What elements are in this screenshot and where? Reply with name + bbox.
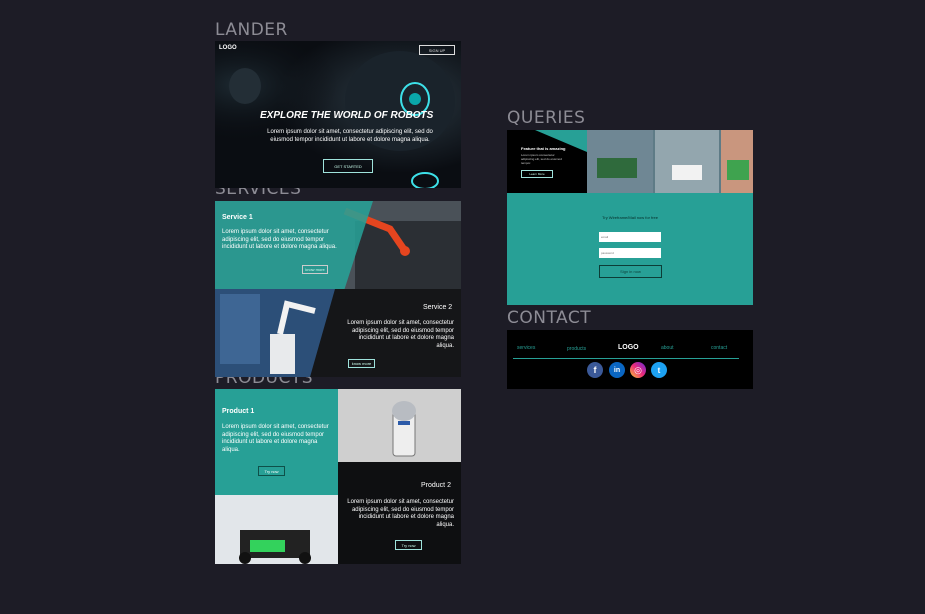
contact-section-title: CONTACT xyxy=(507,308,592,328)
service-2-know-more-button[interactable]: know more xyxy=(348,359,375,368)
footer-logo[interactable]: LOGO xyxy=(618,344,639,351)
twitter-icon[interactable]: t xyxy=(651,362,667,378)
feature-learn-more-button[interactable]: Learn More xyxy=(521,170,553,178)
service-2-title: Service 2 xyxy=(423,304,453,311)
product-2-try-button[interactable]: Try now xyxy=(395,540,422,550)
service-1-title: Service 1 xyxy=(222,214,253,221)
queries-frame: Feature that is amazing Lorem ipsum cons… xyxy=(507,130,753,305)
electronics-workbench-image xyxy=(587,130,753,193)
footer-link-products[interactable]: products xyxy=(567,346,586,352)
product-2-title: Product 2 xyxy=(421,482,451,489)
footer-link-about[interactable]: about xyxy=(661,345,674,351)
products-frame: Product 1 Lorem ipsum dolor sit amet, co… xyxy=(215,389,461,564)
footer-divider xyxy=(513,358,739,359)
facebook-icon[interactable]: f xyxy=(587,362,603,378)
sign-in-button[interactable]: Sign in now xyxy=(599,265,662,278)
service-1-card: Service 1 Lorem ipsum dolor sit amet, co… xyxy=(215,201,461,289)
footer-link-contact[interactable]: contact xyxy=(711,345,727,351)
product-1-body: Lorem ipsum dolor sit amet, consectetur … xyxy=(222,424,329,453)
get-started-button[interactable]: GET STARTED xyxy=(323,159,373,173)
service-1-body: Lorem ipsum dolor sit amet, consectetur … xyxy=(222,229,337,250)
r2d2-image xyxy=(338,389,461,462)
feature-title: Feature that is amazing xyxy=(521,146,566,151)
service-2-body: Lorem ipsum dolor sit amet, consectetur … xyxy=(347,320,454,349)
service-1-know-more-button[interactable]: know more xyxy=(302,265,328,274)
contact-footer: services products LOGO about contact f i… xyxy=(507,330,753,389)
product-1-try-button[interactable]: Try now xyxy=(258,466,285,476)
linkedin-icon[interactable]: in xyxy=(609,362,625,378)
lander-section-title: LANDER xyxy=(215,20,288,40)
email-input[interactable] xyxy=(599,232,661,242)
lander-logo[interactable]: LOGO xyxy=(219,45,237,51)
product-2-body: Lorem ipsum dolor sit amet, consectetur … xyxy=(347,499,454,528)
password-input[interactable] xyxy=(599,248,661,258)
service-2-card: Service 2 Lorem ipsum dolor sit amet, co… xyxy=(215,289,461,377)
product-1-title: Product 1 xyxy=(222,408,255,415)
instagram-icon[interactable]: ◎ xyxy=(630,362,646,378)
form-title: Try Wireframe/Mail now for free xyxy=(602,215,658,220)
lander-frame: LOGO SIGN UP EXPLORE THE WORLD OF ROBOTS… xyxy=(215,41,461,188)
signup-button[interactable]: SIGN UP xyxy=(419,45,455,55)
robot-kit-image xyxy=(215,495,338,564)
lander-body: Lorem ipsum dolor sit amet, consectetur … xyxy=(267,129,433,143)
queries-section-title: QUERIES xyxy=(507,108,586,128)
feature-body: Lorem ipsum consectetur adipiscing elit,… xyxy=(521,153,562,165)
footer-link-services[interactable]: services xyxy=(517,345,535,351)
lander-headline: EXPLORE THE WORLD OF ROBOTS xyxy=(260,110,434,121)
